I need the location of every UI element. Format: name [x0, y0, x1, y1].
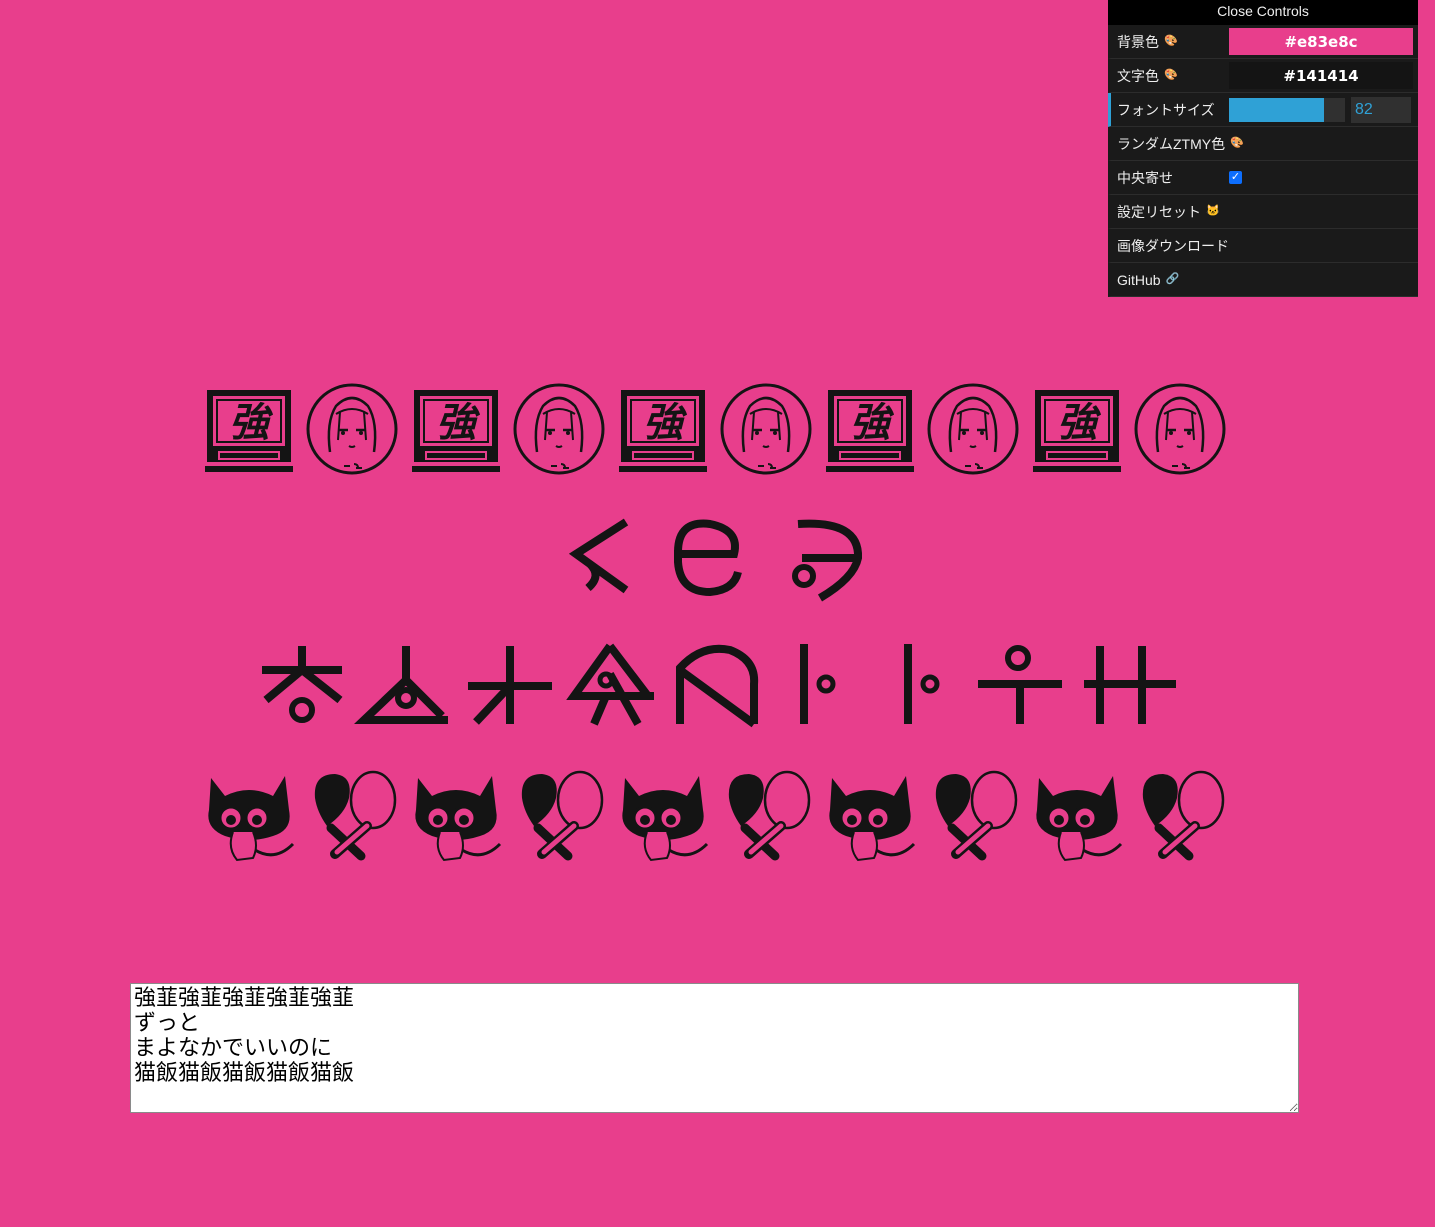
close-controls-button[interactable]: Close Controls — [1108, 0, 1418, 25]
cat-glyph — [827, 774, 915, 862]
tv-glyph — [617, 389, 708, 473]
glyph-strip-zutto — [568, 518, 862, 602]
tv-glyph — [203, 389, 294, 473]
text-editor[interactable] — [130, 983, 1299, 1113]
cat-glyph — [620, 774, 708, 862]
center-align-checkbox[interactable]: ✓ — [1229, 171, 1242, 184]
glyph-strip-mayonaka — [261, 643, 1176, 728]
random-color-button[interactable]: ランダムZTMY色 🎨 — [1108, 127, 1418, 161]
scoop-glyph — [935, 772, 1015, 856]
palette-icon: 🎨 — [1164, 69, 1178, 81]
tv-glyph — [1031, 389, 1122, 473]
face-glyph — [927, 383, 1018, 475]
font-size-label: フォントサイズ — [1117, 101, 1215, 118]
face-glyph — [720, 383, 811, 475]
tv-glyph — [824, 389, 915, 473]
center-align-label: 中央寄せ — [1117, 169, 1173, 186]
controls-panel: Close Controls 背景色 🎨 #e83e8c 文字色 🎨 #141414… — [1108, 0, 1418, 297]
face-glyph — [513, 383, 604, 475]
preview-line-4 — [0, 768, 1435, 864]
face-glyph — [306, 383, 397, 475]
bg-color-value[interactable]: #e83e8c — [1229, 28, 1413, 55]
scoop-glyph — [521, 772, 601, 856]
link-icon: 🔗 — [1165, 273, 1180, 285]
cat-glyph — [413, 774, 501, 862]
palette-icon: 🎨 — [1230, 137, 1244, 149]
glyph-strip-tv-face — [203, 383, 1225, 475]
cat-glyph — [1034, 774, 1122, 862]
text-color-value[interactable]: #141414 — [1229, 62, 1413, 89]
scoop-glyph — [314, 772, 394, 856]
font-size-slider[interactable] — [1229, 97, 1345, 122]
download-image-button[interactable]: 画像ダウンロード — [1108, 229, 1418, 263]
scoop-glyph — [1142, 772, 1222, 856]
preview-line-3 — [0, 640, 1435, 730]
cat-glyph — [206, 774, 294, 862]
face-glyph — [1134, 383, 1225, 475]
center-align-control: 中央寄せ ✓ — [1108, 161, 1418, 195]
glyph-strip-cat-scoop — [206, 768, 1233, 862]
bg-color-label: 背景色 🎨 — [1117, 33, 1178, 50]
tv-glyph — [410, 389, 501, 473]
reset-settings-button[interactable]: 設定リセット 🐱 — [1108, 195, 1418, 229]
preview-line-1 — [0, 382, 1435, 476]
font-size-input[interactable]: 82 — [1351, 96, 1411, 123]
text-color-label: 文字色 🎨 — [1117, 67, 1178, 84]
bg-color-control[interactable]: 背景色 🎨 #e83e8c — [1108, 25, 1418, 59]
palette-icon: 🎨 — [1164, 35, 1178, 47]
text-color-control[interactable]: 文字色 🎨 #141414 — [1108, 59, 1418, 93]
cat-face-icon: 🐱 — [1206, 205, 1220, 217]
font-size-control: フォントサイズ 82 — [1108, 93, 1418, 127]
github-link[interactable]: GitHub 🔗 — [1108, 263, 1418, 297]
font-size-slider-fill — [1229, 97, 1325, 122]
scoop-glyph — [728, 772, 808, 856]
preview-line-2 — [0, 512, 1435, 602]
